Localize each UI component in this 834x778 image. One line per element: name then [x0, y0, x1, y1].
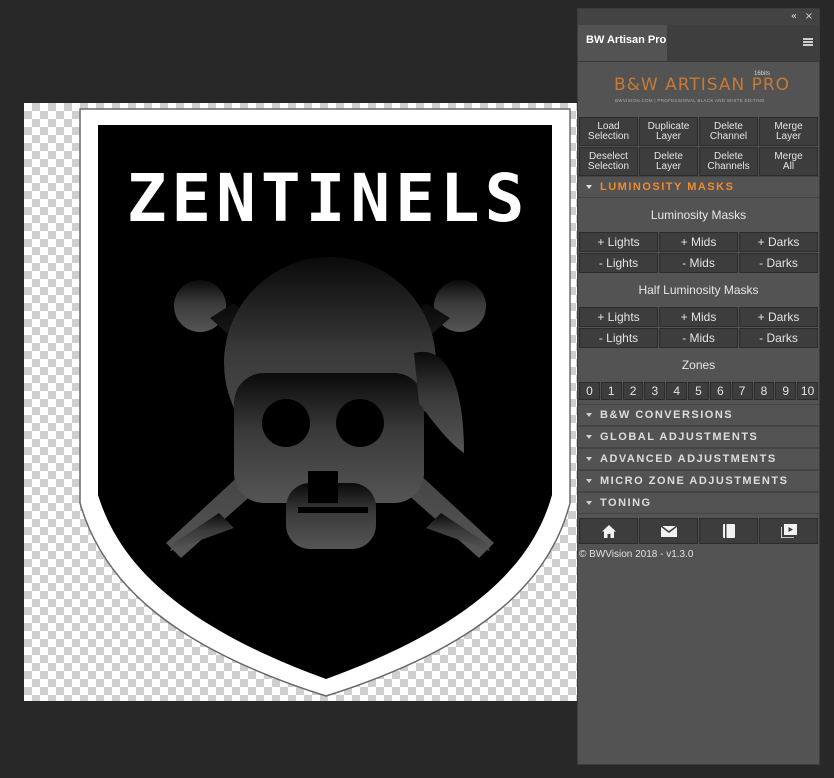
copyright-text: © BWVision 2018 - v1.3.0	[579, 549, 694, 560]
section-global-adjustments[interactable]: GLOBAL ADJUSTMENTS	[578, 426, 819, 448]
zone-5-button[interactable]: 5	[688, 382, 709, 400]
section-title: B&W CONVERSIONS	[600, 409, 734, 421]
section-toning[interactable]: TONING	[578, 492, 819, 514]
collapse-arrow-icon	[586, 501, 592, 505]
logo-text: ZENTINELS	[126, 160, 530, 237]
zone-2-button[interactable]: 2	[622, 382, 644, 400]
delete-channel-button[interactable]: Delete Channel	[699, 117, 758, 146]
delete-layer-button[interactable]: Delete Layer	[639, 147, 698, 176]
home-icon	[601, 524, 616, 538]
half-minus-mids-button[interactable]: - Mids	[659, 328, 738, 348]
book-icon	[722, 524, 735, 538]
collapse-arrow-icon	[586, 457, 592, 461]
merge-layer-button[interactable]: Merge Layer	[759, 117, 818, 146]
collapse-icon[interactable]: «	[791, 10, 797, 24]
minus-mids-button[interactable]: - Mids	[659, 253, 738, 273]
minus-lights-button[interactable]: - Lights	[579, 253, 658, 273]
video-icon	[780, 524, 797, 538]
zone-3-button[interactable]: 3	[644, 382, 666, 400]
zone-9-button[interactable]: 9	[775, 382, 797, 400]
load-selection-button[interactable]: Load Selection	[579, 117, 638, 146]
panel-tabbar: BW Artisan Pro	[578, 25, 819, 62]
minus-darks-button[interactable]: - Darks	[739, 253, 818, 273]
skull-nose	[308, 471, 338, 503]
manual-button[interactable]	[699, 518, 758, 544]
mail-button[interactable]	[639, 518, 698, 544]
section-title: TONING	[600, 497, 652, 509]
duplicate-layer-button[interactable]: Duplicate Layer	[639, 117, 698, 146]
section-bw-conversions[interactable]: B&W CONVERSIONS	[578, 404, 819, 426]
section-micro-zone-adjustments[interactable]: MICRO ZONE ADJUSTMENTS	[578, 470, 819, 492]
zone-10-button[interactable]: 10	[797, 382, 818, 400]
section-title: ADVANCED ADJUSTMENTS	[600, 453, 777, 465]
half-minus-darks-button[interactable]: - Darks	[739, 328, 818, 348]
collapse-arrow-icon	[586, 479, 592, 483]
skull-left-eye	[262, 399, 310, 447]
luminosity-mask-buttons: + Lights + Mids + Darks - Lights - Mids …	[578, 232, 819, 273]
zone-7-button[interactable]: 7	[731, 382, 753, 400]
home-button[interactable]	[579, 518, 638, 544]
plus-darks-button[interactable]: + Darks	[739, 232, 818, 252]
plus-mids-button[interactable]: + Mids	[659, 232, 738, 252]
zone-0-button[interactable]: 0	[579, 382, 600, 400]
panel-menu-icon[interactable]	[803, 38, 813, 46]
zone-1-button[interactable]: 1	[600, 382, 622, 400]
mail-icon	[660, 525, 677, 537]
collapse-arrow-icon	[586, 435, 592, 439]
bw-artisan-panel: « × BW Artisan Pro B&W ARTISAN PRO 16bit…	[577, 8, 820, 765]
half-minus-lights-button[interactable]: - Lights	[579, 328, 658, 348]
section-title: LUMINOSITY MASKS	[600, 181, 735, 193]
action-buttons: Load Selection Duplicate Layer Delete Ch…	[578, 117, 819, 176]
half-plus-mids-button[interactable]: + Mids	[659, 307, 738, 327]
half-luminosity-mask-buttons: + Lights + Mids + Darks - Lights - Mids …	[578, 307, 819, 348]
collapse-arrow-icon	[586, 413, 592, 417]
zone-4-button[interactable]: 4	[666, 382, 688, 400]
delete-channels-button[interactable]: Delete Channels	[699, 147, 758, 176]
brand-tagline: BWVISION.COM | PROFESSIONAL BLACK AND WH…	[615, 98, 765, 103]
merge-all-button[interactable]: Merge All	[759, 147, 818, 176]
zone-buttons: 0 1 2 3 4 5 6 7 8 9 10	[578, 382, 819, 400]
footer-icon-buttons	[578, 518, 819, 544]
zone-6-button[interactable]: 6	[709, 382, 731, 400]
plus-lights-button[interactable]: + Lights	[579, 232, 658, 252]
half-plus-lights-button[interactable]: + Lights	[579, 307, 658, 327]
skull-right-eye	[336, 399, 384, 447]
tab-bw-artisan-pro[interactable]: BW Artisan Pro	[578, 25, 667, 61]
zone-8-button[interactable]: 8	[753, 382, 775, 400]
expand-arrow-icon	[586, 185, 592, 189]
section-title: MICRO ZONE ADJUSTMENTS	[600, 475, 789, 487]
half-plus-darks-button[interactable]: + Darks	[739, 307, 818, 327]
luminosity-masks-heading: Luminosity Masks	[650, 208, 747, 222]
video-tutorial-button[interactable]	[759, 518, 818, 544]
document-canvas[interactable]: ZENTINELS	[24, 103, 577, 701]
brand-logo: B&W ARTISAN PRO 16bits BWVISION.COM | PR…	[578, 62, 819, 117]
zones-heading: Zones	[681, 358, 716, 372]
section-advanced-adjustments[interactable]: ADVANCED ADJUSTMENTS	[578, 448, 819, 470]
brand-name: B&W ARTISAN PRO	[614, 75, 791, 95]
skull-teeth-gap	[298, 507, 368, 513]
panel-topbar: « ×	[578, 9, 819, 25]
brand-version: 16bits	[754, 71, 771, 77]
half-luminosity-masks-heading: Half Luminosity Masks	[638, 283, 759, 297]
section-luminosity-masks[interactable]: LUMINOSITY MASKS	[578, 176, 819, 198]
deselect-selection-button[interactable]: Deselect Selection	[579, 147, 638, 176]
close-icon[interactable]: ×	[805, 10, 813, 24]
section-title: GLOBAL ADJUSTMENTS	[600, 431, 759, 443]
